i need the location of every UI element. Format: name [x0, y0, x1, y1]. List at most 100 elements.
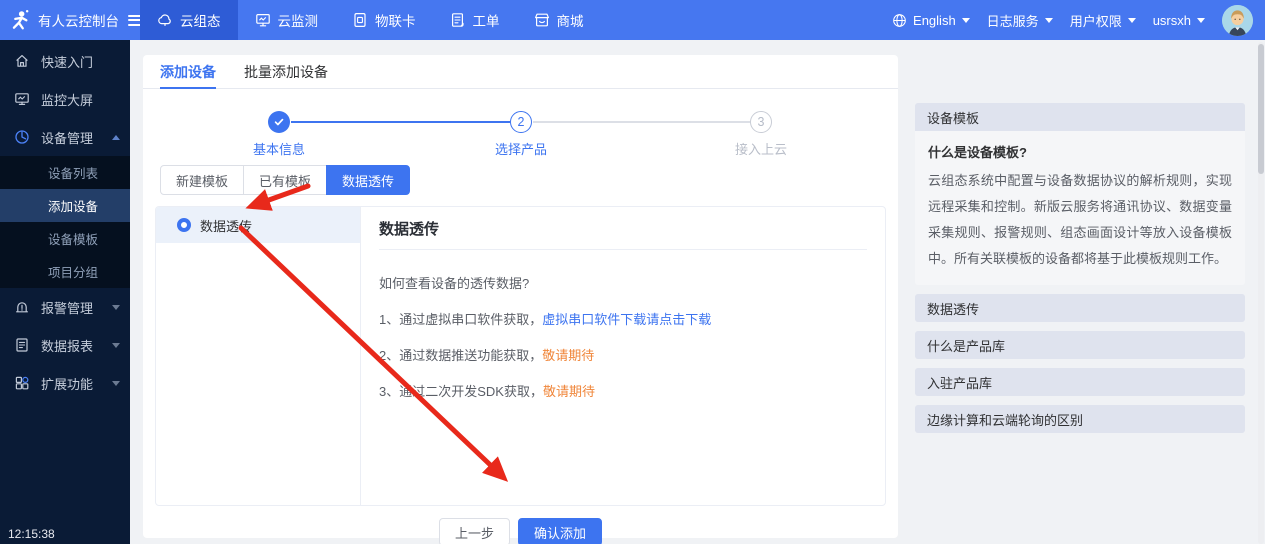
add-device-card: 添加设备 批量添加设备 2 3 基本信息 选择产品 接入上云 新建模板 已有模板…: [143, 55, 898, 538]
avatar[interactable]: [1222, 5, 1253, 36]
menu-user-permissions[interactable]: 用户权限: [1070, 11, 1136, 30]
coming-soon-label: 敬请期待: [543, 384, 595, 399]
detail-item-3: 3、通过二次开发SDK获取，敬请期待: [379, 381, 867, 400]
passthrough-detail: 数据透传 如何查看设备的透传数据? 1、通过虚拟串口软件获取，虚拟串口软件下载请…: [361, 207, 885, 505]
detail-item-2: 2、通过数据推送功能获取，敬请期待: [379, 345, 867, 364]
template-mode-group: 新建模板 已有模板 数据透传: [160, 165, 898, 195]
step-2-label: 选择产品: [476, 139, 566, 158]
top-navbar: 有人云控制台 云组态 云监测 物联卡: [0, 0, 1265, 40]
sidebar-item-extended-functions[interactable]: 扩展功能: [0, 364, 130, 402]
step-2-circle: 2: [510, 111, 532, 133]
help-header-what-is-product-library[interactable]: 什么是产品库: [915, 331, 1245, 359]
download-link[interactable]: 虚拟串口软件下载请点击下载: [542, 312, 711, 327]
language-selector[interactable]: English: [892, 13, 970, 28]
stepper: 2 3 基本信息 选择产品 接入上云: [143, 101, 898, 157]
tab-batch-add-device[interactable]: 批量添加设备: [244, 55, 328, 88]
app-title: 有人云控制台: [38, 10, 119, 30]
navbar-right: English 日志服务 用户权限 usrsxh: [892, 0, 1265, 40]
sidebar-subitem-project-group[interactable]: 项目分组: [0, 255, 130, 288]
globe-icon: [892, 13, 907, 28]
logo-area: 有人云控制台: [0, 0, 130, 40]
detail-item-text: 3、通过二次开发SDK获取，: [379, 384, 543, 399]
cloud-icon: [157, 12, 173, 28]
menu-log-service[interactable]: 日志服务: [987, 11, 1053, 30]
step-1-circle: [268, 111, 290, 133]
screen-icon: [14, 91, 30, 107]
chevron-down-icon: [1045, 18, 1053, 23]
step-3-circle: 3: [750, 111, 772, 133]
template-tab-data-passthrough[interactable]: 数据透传: [326, 165, 410, 195]
scrollbar-thumb[interactable]: [1258, 44, 1264, 174]
sidebar-item-data-report[interactable]: 数据报表: [0, 326, 130, 364]
sidebar-subitem-device-list[interactable]: 设备列表: [0, 156, 130, 189]
sub-item-label: 项目分组: [48, 262, 98, 281]
sidebar-subitem-add-device[interactable]: 添加设备: [0, 189, 130, 222]
radio-selected-icon: [177, 218, 191, 232]
option-label: 数据透传: [200, 216, 252, 235]
chevron-down-icon: [112, 381, 120, 386]
tab-add-device[interactable]: 添加设备: [160, 55, 216, 88]
nav-item-label: 物联卡: [375, 10, 416, 30]
user-menu[interactable]: usrsxh: [1153, 13, 1205, 28]
apps-grid-icon: [14, 375, 30, 391]
tab-label: 添加设备: [160, 62, 216, 82]
sidebar-item-label: 数据报表: [41, 336, 93, 355]
detail-question: 如何查看设备的透传数据?: [379, 273, 867, 292]
tab-label: 批量添加设备: [244, 62, 328, 82]
detail-item-1: 1、通过虚拟串口软件获取，虚拟串口软件下载请点击下载: [379, 309, 867, 328]
template-tab-label: 新建模板: [176, 171, 228, 190]
check-icon: [273, 116, 285, 128]
nav-item-cloud-scada[interactable]: 云组态: [140, 0, 238, 40]
help-header-device-template[interactable]: 设备模板: [915, 103, 1245, 131]
chevron-down-icon: [962, 18, 970, 23]
template-tab-existing-template[interactable]: 已有模板: [243, 165, 327, 195]
running-person-logo-icon: [9, 8, 31, 32]
sidebar-item-label: 设备管理: [41, 128, 93, 147]
template-tab-label: 数据透传: [342, 171, 394, 190]
help-header-join-product-library[interactable]: 入驻产品库: [915, 368, 1245, 396]
nav-item-cloud-monitor[interactable]: 云监测: [238, 0, 336, 40]
template-tab-new-template[interactable]: 新建模板: [160, 165, 244, 195]
sidebar-subitem-device-template[interactable]: 设备模板: [0, 222, 130, 255]
sidebar-item-label: 报警管理: [41, 298, 93, 317]
nav-item-mall[interactable]: 商城: [517, 0, 601, 40]
help-body-text: 云组态系统中配置与设备数据协议的解析规则，实现远程采集和控制。新版云服务将通讯协…: [928, 173, 1232, 266]
detail-title: 数据透传: [379, 207, 867, 250]
confirm-add-button[interactable]: 确认添加: [518, 518, 602, 544]
sidebar-item-alarm-management[interactable]: 报警管理: [0, 288, 130, 326]
sub-item-label: 添加设备: [48, 196, 98, 215]
username-label: usrsxh: [1153, 13, 1191, 28]
sidebar-item-device-management[interactable]: 设备管理: [0, 118, 130, 156]
mall-icon: [534, 12, 550, 28]
chevron-down-icon: [112, 305, 120, 310]
page-tabs: 添加设备 批量添加设备: [143, 55, 898, 89]
monitor-icon: [255, 12, 271, 28]
step-number: 2: [518, 115, 525, 129]
sidebar-item-dashboard[interactable]: 监控大屏: [0, 80, 130, 118]
step-1-label: 基本信息: [234, 139, 324, 158]
previous-step-button[interactable]: 上一步: [439, 518, 510, 544]
help-header-data-passthrough[interactable]: 数据透传: [915, 294, 1245, 322]
sidebar-item-label: 快速入门: [41, 52, 93, 71]
step-3-label: 接入上云: [716, 139, 806, 158]
help-body-heading: 什么是设备模板?: [928, 140, 1232, 166]
chevron-down-icon: [1197, 18, 1205, 23]
step-connector-pending: [533, 121, 750, 123]
help-header-edge-vs-cloud-polling[interactable]: 边缘计算和云端轮询的区别: [915, 405, 1245, 433]
nav-item-iot-card[interactable]: 物联卡: [335, 0, 433, 40]
avatar-image: [1222, 5, 1253, 36]
report-icon: [14, 337, 30, 353]
chevron-up-icon: [112, 135, 120, 140]
device-management-submenu: 设备列表 添加设备 设备模板 项目分组: [0, 156, 130, 288]
chevron-down-icon: [112, 343, 120, 348]
help-panel: 设备模板 什么是设备模板? 云组态系统中配置与设备数据协议的解析规则，实现远程采…: [915, 103, 1245, 433]
nav-item-work-order[interactable]: 工单: [433, 0, 517, 40]
sidebar-item-quick-start[interactable]: 快速入门: [0, 42, 130, 80]
help-section-device-template: 设备模板 什么是设备模板? 云组态系统中配置与设备数据协议的解析规则，实现远程采…: [915, 103, 1245, 285]
language-label: English: [913, 13, 956, 28]
help-body-device-template: 什么是设备模板? 云组态系统中配置与设备数据协议的解析规则，实现远程采集和控制。…: [915, 131, 1245, 285]
template-tab-label: 已有模板: [259, 171, 311, 190]
option-data-passthrough[interactable]: 数据透传: [156, 207, 360, 243]
menu-label: 日志服务: [987, 11, 1039, 30]
option-list: 数据透传: [156, 207, 361, 505]
